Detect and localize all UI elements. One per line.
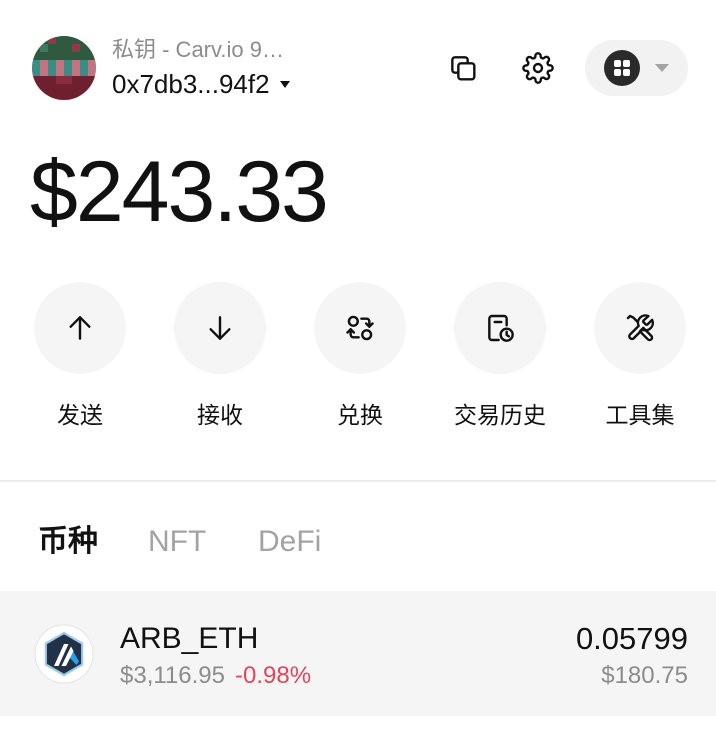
- account-address-selector[interactable]: 0x7db3...94f2: [112, 67, 290, 101]
- receive-label: 接收: [197, 402, 243, 428]
- send-button-circle[interactable]: [34, 282, 126, 374]
- pixel-avatar-icon: [32, 36, 96, 100]
- tools-icon: [626, 314, 654, 342]
- send-label: 发送: [57, 402, 103, 428]
- copy-icon: [451, 56, 476, 81]
- chevron-down-icon: [655, 64, 669, 72]
- tools-button[interactable]: 工具集: [570, 282, 710, 430]
- tab-defi[interactable]: DeFi: [258, 522, 321, 562]
- apps-menu-button[interactable]: [585, 40, 688, 96]
- receive-button-circle[interactable]: [174, 282, 266, 374]
- account-avatar[interactable]: [32, 36, 96, 100]
- token-change: -0.98%: [235, 662, 312, 689]
- token-price: $3,116.95: [120, 662, 225, 689]
- swap-label: 兑换: [337, 402, 383, 428]
- history-button-circle[interactable]: [454, 282, 546, 374]
- token-amount: 0.05799: [575, 621, 688, 656]
- section-divider: [0, 480, 716, 482]
- swap-button-circle[interactable]: [314, 282, 406, 374]
- total-balance: $243.33: [30, 144, 329, 240]
- swap-icon: [346, 315, 374, 341]
- token-price-line: $3,116.95 -0.98%: [120, 661, 311, 691]
- account-name: 私钥 - Carv.io 9…: [112, 37, 284, 62]
- history-button[interactable]: 交易历史: [430, 282, 570, 430]
- tab-tokens[interactable]: 币种: [38, 522, 98, 562]
- gear-icon: [522, 52, 554, 84]
- tools-label: 工具集: [605, 402, 675, 428]
- history-label: 交易历史: [454, 402, 546, 428]
- history-icon: [488, 314, 514, 342]
- tab-nft[interactable]: NFT: [148, 522, 206, 562]
- swap-button[interactable]: 兑换: [290, 282, 430, 430]
- arbitrum-logo-icon: [34, 624, 94, 684]
- caret-down-icon: [279, 80, 290, 88]
- tools-button-circle[interactable]: [594, 282, 686, 374]
- arrow-up-icon: [69, 316, 91, 340]
- settings-button[interactable]: [522, 52, 554, 84]
- account-address: 0x7db3...94f2: [112, 69, 270, 99]
- receive-button[interactable]: 接收: [150, 282, 290, 430]
- token-value: $180.75: [601, 662, 688, 689]
- token-logo: [34, 624, 94, 684]
- send-button[interactable]: 发送: [10, 282, 150, 430]
- copy-address-button[interactable]: [447, 52, 479, 84]
- arrow-down-icon: [209, 316, 231, 340]
- grid-icon: [604, 50, 640, 86]
- token-symbol: ARB_ETH: [120, 622, 259, 655]
